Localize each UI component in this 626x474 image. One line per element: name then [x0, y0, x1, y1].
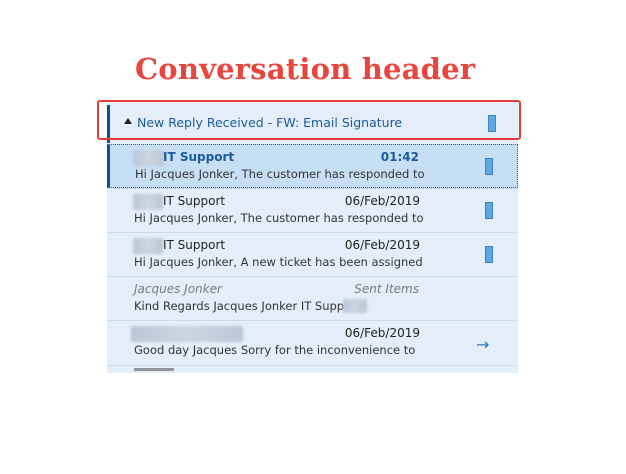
message-date: 06/Feb/2019 [344, 238, 420, 252]
message-folder: Sent Items [354, 282, 419, 296]
message-sender: IT Support [163, 194, 226, 208]
message-preview: Good day Jacques Sorry for the inconveni… [134, 343, 416, 357]
message-item[interactable]: 06/Feb/2019 Good day Jacques Sorry for t… [107, 320, 518, 364]
message-date: 06/Feb/2019 [344, 326, 420, 340]
message-sender: IT Support [163, 238, 226, 252]
category-flag-icon[interactable] [485, 246, 493, 263]
message-preview: Kind Regards Jacques Jonker IT Support [134, 299, 344, 313]
collapse-caret-icon[interactable] [124, 118, 132, 124]
message-item[interactable]: IT Support 06/Feb/2019 Hi Jacques Jonker… [107, 232, 518, 276]
category-flag-icon[interactable] [485, 202, 493, 219]
annotation-label: Conversation header [135, 52, 476, 86]
message-date: 06/Feb/2019 [344, 194, 420, 208]
message-preview: Hi Jacques Jonker, A new ticket has been… [134, 255, 424, 269]
redacted-name [133, 194, 163, 210]
conversation-title: New Reply Received - FW: Email Signature [137, 115, 403, 130]
message-item[interactable]: IT Support 06/Feb/2019 Hi Jacques Jonker… [107, 188, 518, 232]
cutoff-text [134, 368, 174, 371]
message-sender: IT Support [163, 150, 235, 164]
message-sender: Jacques Jonker [134, 282, 222, 296]
message-item[interactable]: IT Support 01:42 Hi Jacques Jonker, The … [107, 144, 518, 188]
redacted-text [343, 299, 367, 313]
redacted-name [133, 238, 163, 254]
category-flag-icon[interactable] [485, 158, 493, 175]
category-flag-icon[interactable] [488, 115, 496, 132]
conversation-header[interactable]: New Reply Received - FW: Email Signature [107, 105, 518, 143]
next-group-header [107, 365, 518, 374]
message-time: 01:42 [380, 150, 419, 164]
message-preview: Hi Jacques Jonker, The customer has resp… [134, 211, 424, 225]
redacted-name [131, 326, 243, 342]
redacted-name [133, 150, 164, 166]
message-item[interactable]: Jacques Jonker Sent Items Kind Regards J… [107, 276, 518, 320]
message-preview: Hi Jacques Jonker, The customer has resp… [135, 167, 425, 181]
forward-arrow-icon: → [476, 335, 490, 354]
